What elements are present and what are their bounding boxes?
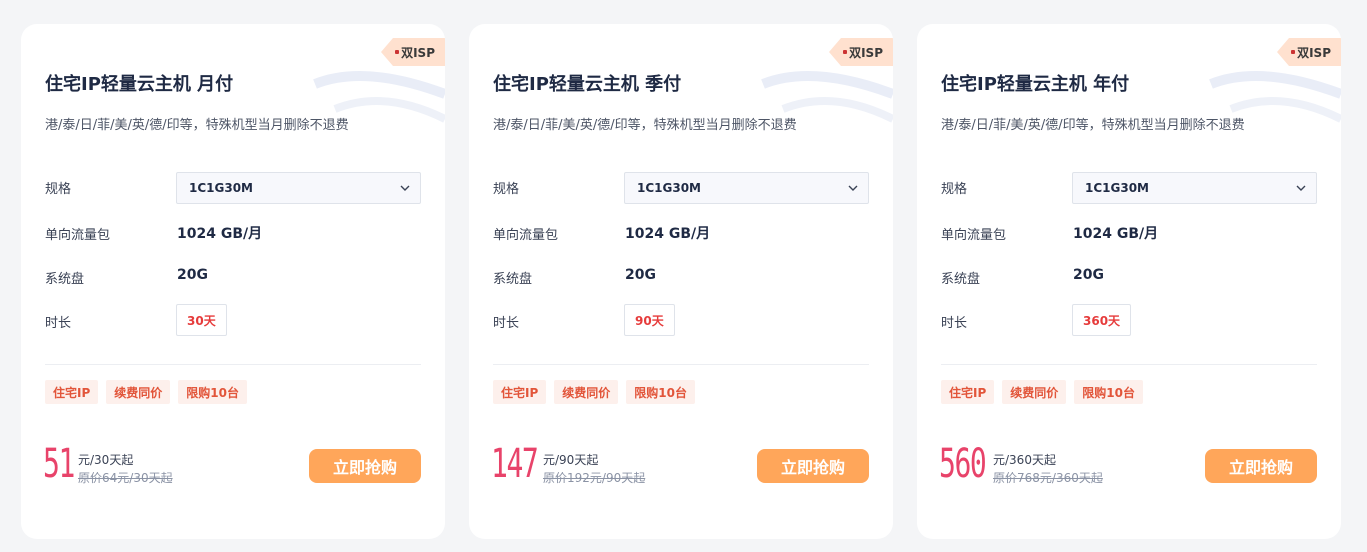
- price-unit: 元/90天起: [543, 453, 599, 467]
- buy-now-button[interactable]: 立即抢购: [309, 449, 421, 483]
- spec-select[interactable]: 1C1G30M: [624, 172, 869, 204]
- feature-tags: 住宅IP 续费同价 限购10台: [45, 380, 247, 404]
- spec-label: 规格: [45, 182, 72, 197]
- tag-residential-ip: 住宅IP: [493, 380, 547, 404]
- ribbon-dot-icon: [843, 50, 847, 54]
- chevron-down-icon: [848, 185, 858, 191]
- divider: [45, 364, 421, 365]
- isp-ribbon: 双ISP: [1277, 38, 1341, 66]
- ribbon-dot-icon: [1291, 50, 1295, 54]
- price-amount: 51: [43, 441, 75, 487]
- original-price: 原价768元/360天起: [993, 471, 1103, 485]
- card-title: 住宅IP轻量云主机 年付: [941, 74, 1130, 95]
- spec-label: 规格: [941, 182, 968, 197]
- spec-select-value: 1C1G30M: [1085, 181, 1149, 195]
- duration-option[interactable]: 360天: [1072, 304, 1132, 336]
- feature-tags: 住宅IP 续费同价 限购10台: [941, 380, 1143, 404]
- disk-value: 20G: [177, 267, 208, 283]
- tag-residential-ip: 住宅IP: [45, 380, 99, 404]
- disk-label: 系统盘: [941, 272, 981, 287]
- buy-now-button[interactable]: 立即抢购: [757, 449, 869, 483]
- original-price: 原价64元/30天起: [78, 471, 173, 485]
- tag-purchase-limit: 限购10台: [1074, 380, 1143, 404]
- price-amount: 560: [939, 441, 987, 487]
- ribbon-label: 双ISP: [1297, 45, 1331, 60]
- price-unit: 元/360天起: [993, 453, 1056, 467]
- tag-residential-ip: 住宅IP: [941, 380, 995, 404]
- price-amount: 147: [491, 441, 539, 487]
- disk-label: 系统盘: [493, 272, 533, 287]
- product-cards: 双ISP 住宅IP轻量云主机 月付 港/泰/日/菲/美/英/德/印等，特殊机型当…: [0, 0, 1367, 552]
- divider: [493, 364, 869, 365]
- card-subtitle: 港/泰/日/菲/美/英/德/印等，特殊机型当月删除不退费: [493, 118, 797, 133]
- spec-select[interactable]: 1C1G30M: [1072, 172, 1317, 204]
- product-card-monthly: 双ISP 住宅IP轻量云主机 月付 港/泰/日/菲/美/英/德/印等，特殊机型当…: [21, 24, 445, 539]
- traffic-value: 1024 GB/月: [1073, 226, 1159, 242]
- disk-value: 20G: [625, 267, 656, 283]
- spec-select-value: 1C1G30M: [189, 181, 253, 195]
- ribbon-dot-icon: [395, 50, 399, 54]
- original-price: 原价192元/90天起: [543, 471, 646, 485]
- disk-label: 系统盘: [45, 272, 85, 287]
- price-unit: 元/30天起: [78, 453, 134, 467]
- feature-tags: 住宅IP 续费同价 限购10台: [493, 380, 695, 404]
- card-title: 住宅IP轻量云主机 季付: [493, 74, 682, 95]
- tag-renew-same-price: 续费同价: [554, 380, 619, 404]
- tag-renew-same-price: 续费同价: [1002, 380, 1067, 404]
- chevron-down-icon: [400, 185, 410, 191]
- tag-renew-same-price: 续费同价: [106, 380, 171, 404]
- spec-select[interactable]: 1C1G30M: [176, 172, 421, 204]
- product-card-yearly: 双ISP 住宅IP轻量云主机 年付 港/泰/日/菲/美/英/德/印等，特殊机型当…: [917, 24, 1341, 539]
- duration-label: 时长: [941, 316, 968, 331]
- card-subtitle: 港/泰/日/菲/美/英/德/印等，特殊机型当月删除不退费: [941, 118, 1245, 133]
- disk-value: 20G: [1073, 267, 1104, 283]
- divider: [941, 364, 1317, 365]
- duration-label: 时长: [45, 316, 72, 331]
- traffic-value: 1024 GB/月: [625, 226, 711, 242]
- ribbon-label: 双ISP: [849, 45, 883, 60]
- tag-purchase-limit: 限购10台: [626, 380, 695, 404]
- isp-ribbon: 双ISP: [381, 38, 445, 66]
- traffic-label: 单向流量包: [493, 228, 559, 243]
- traffic-label: 单向流量包: [941, 228, 1007, 243]
- card-title: 住宅IP轻量云主机 月付: [45, 74, 234, 95]
- chevron-down-icon: [1296, 185, 1306, 191]
- tag-purchase-limit: 限购10台: [178, 380, 247, 404]
- duration-label: 时长: [493, 316, 520, 331]
- spec-select-value: 1C1G30M: [637, 181, 701, 195]
- card-subtitle: 港/泰/日/菲/美/英/德/印等，特殊机型当月删除不退费: [45, 118, 349, 133]
- spec-label: 规格: [493, 182, 520, 197]
- buy-now-button[interactable]: 立即抢购: [1205, 449, 1317, 483]
- traffic-value: 1024 GB/月: [177, 226, 263, 242]
- traffic-label: 单向流量包: [45, 228, 111, 243]
- ribbon-label: 双ISP: [401, 45, 435, 60]
- duration-option[interactable]: 30天: [176, 304, 227, 336]
- duration-option[interactable]: 90天: [624, 304, 675, 336]
- isp-ribbon: 双ISP: [829, 38, 893, 66]
- product-card-quarterly: 双ISP 住宅IP轻量云主机 季付 港/泰/日/菲/美/英/德/印等，特殊机型当…: [469, 24, 893, 539]
